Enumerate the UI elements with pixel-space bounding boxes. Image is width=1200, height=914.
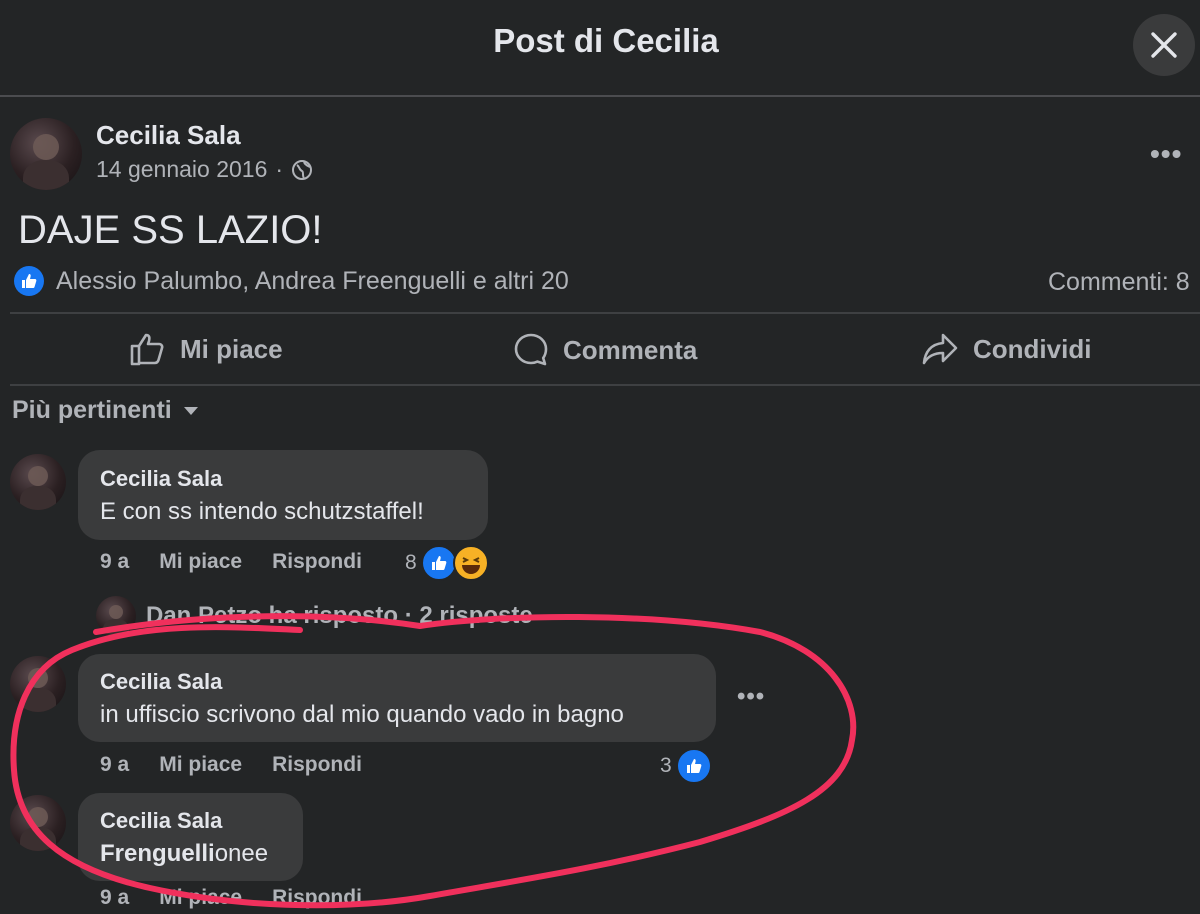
comment-like-button[interactable]: Mi piace xyxy=(159,753,242,777)
like-reaction-icon xyxy=(14,266,44,296)
comment-text: in uffiscio scrivono dal mio quando vado… xyxy=(100,701,624,728)
reactions-summary[interactable]: Alessio Palumbo, Andrea Freenguelli e al… xyxy=(14,266,569,296)
share-label: Condividi xyxy=(973,333,1092,364)
comment-author[interactable]: Cecilia Sala xyxy=(100,669,624,695)
comment-text-rest: onee xyxy=(214,840,269,867)
page-title: Post di Cecilia xyxy=(493,22,719,59)
post-meta: 14 gennaio 2016 · xyxy=(96,156,313,183)
divider xyxy=(10,384,1200,386)
replies-link[interactable]: Dan Petzo ha risposto · 2 risposte xyxy=(96,596,533,636)
reaction-count: 3 xyxy=(660,754,672,777)
comment-avatar[interactable] xyxy=(10,795,66,851)
comment-label: Commenta xyxy=(563,334,698,365)
comment-bubble: Cecilia Sala in uffiscio scrivono dal mi… xyxy=(78,654,716,742)
haha-reaction-icon xyxy=(452,545,489,581)
comment-time[interactable]: 9 a xyxy=(100,886,129,910)
sort-label: Più pertinenti xyxy=(12,396,172,424)
reactions-text: Alessio Palumbo, Andrea Freenguelli e al… xyxy=(56,266,569,295)
thumbs-up-icon xyxy=(130,333,164,366)
comment-reactions[interactable]: 8 xyxy=(405,545,489,581)
comment-author[interactable]: Cecilia Sala xyxy=(100,466,424,492)
mention-link[interactable]: Frenguelli xyxy=(100,840,215,867)
comment-button[interactable]: Commenta xyxy=(513,332,697,368)
comment-actions: 9 a Mi piace Rispondi xyxy=(100,550,362,574)
comment-reply-button[interactable]: Rispondi xyxy=(272,753,362,777)
reaction-count: 8 xyxy=(405,551,417,574)
sort-dropdown[interactable]: Più pertinenti xyxy=(12,396,200,425)
header-divider xyxy=(0,95,1200,97)
like-button[interactable]: Mi piace xyxy=(130,332,283,366)
comment-text: E con ss intendo schutzstaffel! xyxy=(100,498,424,525)
reply-summary: Dan Petzo ha risposto · 2 risposte xyxy=(146,602,533,629)
share-button[interactable]: Condividi xyxy=(921,332,1091,366)
post-date[interactable]: 14 gennaio 2016 xyxy=(96,156,267,183)
comment-avatar[interactable] xyxy=(10,454,66,510)
comment-like-button[interactable]: Mi piace xyxy=(159,550,242,574)
reply-avatar xyxy=(96,596,136,636)
globe-icon xyxy=(292,159,313,180)
comment-reply-button[interactable]: Rispondi xyxy=(272,886,362,910)
comment-time[interactable]: 9 a xyxy=(100,753,129,777)
comment-avatar[interactable] xyxy=(10,656,66,712)
comment-bubble: Cecilia Sala E con ss intendo schutzstaf… xyxy=(78,450,488,540)
close-button[interactable] xyxy=(1133,14,1195,76)
comments-count[interactable]: Commenti: 8 xyxy=(1048,268,1190,297)
comment-like-button[interactable]: Mi piace xyxy=(159,886,242,910)
comment-icon xyxy=(514,333,548,366)
like-label: Mi piace xyxy=(180,333,283,364)
like-reaction-icon xyxy=(675,748,712,784)
comment-options-button[interactable]: ••• xyxy=(737,683,765,711)
action-bar: Mi piace Commenta Condividi xyxy=(0,312,1200,386)
share-icon xyxy=(922,333,958,365)
comment-author[interactable]: Cecilia Sala xyxy=(100,808,268,834)
comment-time[interactable]: 9 a xyxy=(100,550,129,574)
chevron-down-icon xyxy=(183,406,198,415)
comment-reply-button[interactable]: Rispondi xyxy=(272,550,362,574)
post-text: DAJE SS LAZIO! xyxy=(18,208,323,252)
comment-actions: 9 a Mi piace Rispondi xyxy=(100,886,362,910)
meta-separator: · xyxy=(275,156,284,182)
post-options-button[interactable]: ••• xyxy=(1150,138,1182,170)
comment-text: Frenguellionee xyxy=(100,840,268,868)
avatar[interactable] xyxy=(10,118,82,190)
post-author[interactable]: Cecilia Sala xyxy=(96,120,241,151)
like-reaction-icon xyxy=(420,545,457,581)
close-icon xyxy=(1151,32,1177,58)
comment-reactions[interactable]: 3 xyxy=(660,748,712,784)
comment-actions: 9 a Mi piace Rispondi xyxy=(100,753,362,777)
comment-bubble: Cecilia Sala Frenguellionee xyxy=(78,793,303,881)
